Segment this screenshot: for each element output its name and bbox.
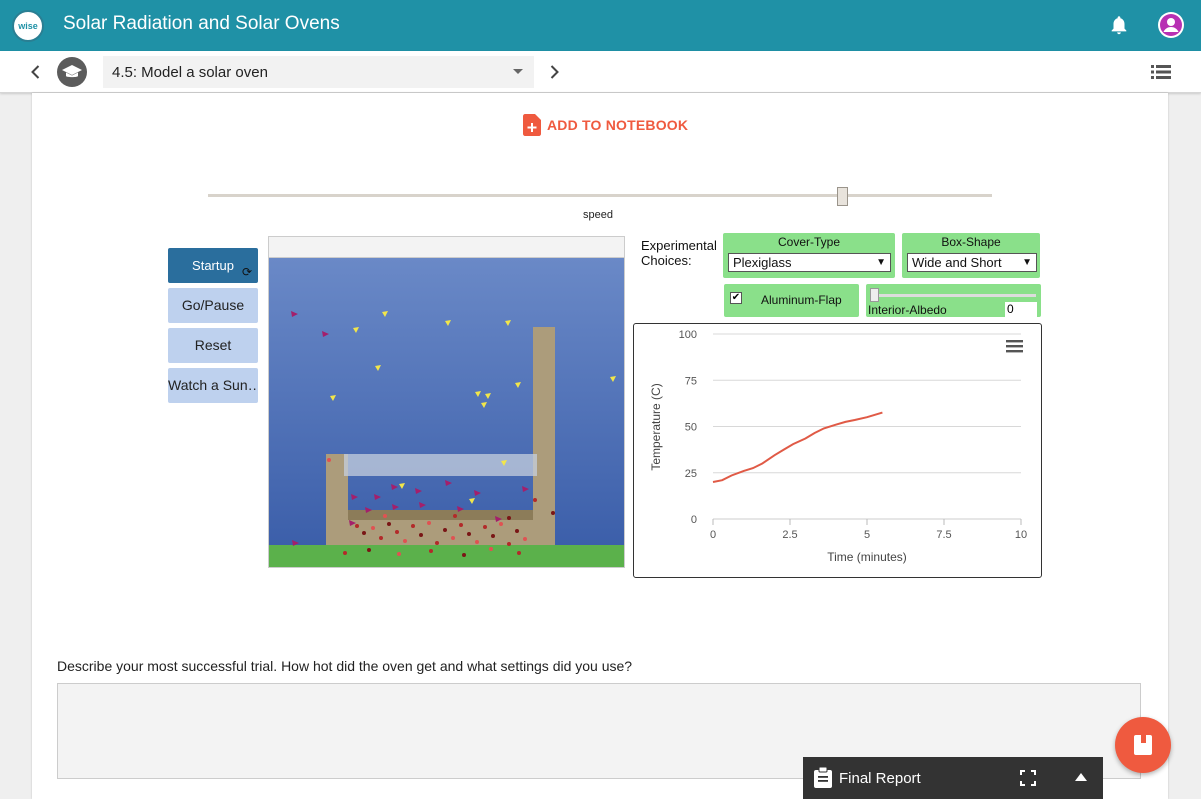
dropdown-arrow-icon: ▼ [1022,257,1032,268]
temperature-plot: 0 25 50 75 100 0 2.5 5 7.5 10 Time (minutes) Temp… [633,323,1042,578]
oven-floor [348,510,533,520]
x-tick-label: 0 [710,529,716,541]
notebook-fab-button[interactable] [1115,717,1171,773]
aluminum-flap-switch[interactable]: ✔ Aluminum-Flap [724,284,859,317]
aluminum-flap-checkbox[interactable]: ✔ [730,292,742,304]
add-to-notebook-button[interactable]: ADD TO NOTEBOOK [523,114,688,136]
app-header: wise Solar Radiation and Solar Ovens [0,0,1201,51]
interior-albedo-label: Interior-Albedo [868,303,947,317]
chart-menu-icon[interactable] [1006,340,1023,353]
albedo-slider-track[interactable] [870,294,1036,297]
y-tick-label: 0 [691,514,697,526]
step-graduation-cap-icon [57,57,87,87]
clipboard-icon [814,767,832,788]
y-tick-label: 75 [685,375,697,387]
box-shape-value: Wide and Short [912,255,1002,270]
experimental-choices-label: Experimental Choices: [641,238,717,268]
temperature-chart-svg: 0 25 50 75 100 0 2.5 5 7.5 10 Time (minutes) Temp… [649,329,1027,564]
albedo-slider-thumb[interactable] [870,288,879,302]
question-prompt: Describe your most successful trial. How… [57,658,633,674]
x-tick-label: 5 [864,529,870,541]
fullscreen-icon[interactable] [1020,770,1036,786]
step-list-icon[interactable] [1151,63,1171,81]
interior-albedo-value[interactable]: 0 [1005,302,1037,317]
plexiglass-cover [344,454,537,476]
dropdown-caret-icon [513,69,523,74]
refresh-icon: ⟳ [242,265,253,279]
y-axis-label: Temperature (C) [649,383,663,470]
note-add-icon [523,114,541,136]
step-navigation-bar: 4.5: Model a solar oven [0,51,1201,93]
add-to-notebook-label: ADD TO NOTEBOOK [547,117,689,133]
simulation-canvas [269,258,624,567]
speed-slider-track[interactable] [208,194,992,197]
cover-type-chooser: Cover-Type Plexiglass ▼ [723,233,895,278]
aluminum-flap-label: Aluminum-Flap [761,293,842,307]
series-line-temperature [712,411,883,483]
box-shape-select[interactable]: Wide and Short ▼ [907,253,1037,272]
bell-icon[interactable] [1108,14,1130,36]
simulation-view-header [268,236,625,258]
y-tick-label: 25 [685,468,697,480]
step-title: 4.5: Model a solar oven [112,64,268,81]
cover-type-select[interactable]: Plexiglass ▼ [728,253,891,272]
sky-area [269,258,624,545]
chevron-left-icon[interactable] [26,62,46,82]
interior-albedo-slider[interactable]: Interior-Albedo 0 [866,284,1041,317]
chevron-right-icon[interactable] [544,62,564,82]
step-select[interactable]: 4.5: Model a solar oven [103,56,534,88]
user-avatar-icon[interactable] [1157,11,1185,39]
expand-up-icon[interactable] [1075,773,1087,781]
reset-button[interactable]: Reset [168,328,258,363]
x-tick-label: 10 [1015,529,1027,541]
x-tick-label: 7.5 [936,529,951,541]
dropdown-arrow-icon: ▼ [876,257,886,268]
solar-oven-simulation-view[interactable] [268,257,625,568]
go-pause-button[interactable]: Go/Pause [168,288,258,323]
speed-slider-thumb[interactable] [837,187,849,206]
y-tick-label: 50 [685,422,697,434]
x-tick-label: 2.5 [782,529,797,541]
ground [269,545,624,567]
box-shape-chooser: Box-Shape Wide and Short ▼ [902,233,1040,278]
watch-a-sun-button[interactable]: Watch a Sun… [168,368,258,403]
cover-type-value: Plexiglass [733,255,792,270]
final-report-label: Final Report [839,770,921,787]
speed-label: speed [583,209,613,221]
app-title: Solar Radiation and Solar Ovens [63,13,340,34]
cover-type-label: Cover-Type [777,235,841,249]
final-report-bar[interactable]: Final Report [803,757,1103,799]
wise-logo[interactable]: wise [12,10,44,42]
box-shape-label: Box-Shape [941,235,1001,249]
x-axis-label: Time (minutes) [827,550,907,564]
y-tick-label: 100 [679,329,697,341]
book-icon [1134,735,1152,755]
